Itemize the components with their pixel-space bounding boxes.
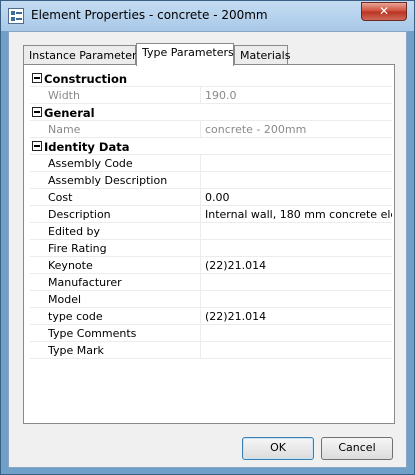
parameter-name: Description: [48, 208, 111, 221]
group-label: General: [44, 106, 95, 120]
parameter-value[interactable]: (22)21.014: [205, 310, 266, 323]
parameter-row[interactable]: Cost 0.00: [30, 189, 392, 206]
parameter-row[interactable]: Edited by: [30, 223, 392, 240]
parameter-row[interactable]: type code (22)21.014: [30, 308, 392, 325]
tab-type-parameters[interactable]: Type Parameters: [136, 43, 234, 66]
element-properties-window: Element Properties - concrete - 200mm ✕ …: [0, 0, 415, 475]
parameter-grid: Construction Width 190.0 General Name co…: [30, 70, 392, 422]
collapse-icon[interactable]: [32, 73, 42, 83]
group-label: Identity Data: [44, 140, 130, 154]
parameter-row[interactable]: Description Internal wall, 180 mm concre…: [30, 206, 392, 223]
parameter-row[interactable]: Assembly Code: [30, 155, 392, 172]
dialog-body: Instance Parameters Type Parameters Mate…: [8, 31, 407, 468]
properties-icon: [8, 8, 24, 24]
tab-materials[interactable]: Materials: [234, 45, 290, 65]
window-title: Element Properties - concrete - 200mm: [31, 8, 268, 22]
group-construction[interactable]: Construction: [30, 70, 392, 87]
parameter-row[interactable]: Width 190.0: [30, 87, 392, 104]
parameter-row[interactable]: Model: [30, 291, 392, 308]
close-button[interactable]: ✕: [361, 2, 407, 21]
collapse-icon[interactable]: [32, 141, 42, 151]
parameter-name: Name: [48, 123, 81, 136]
parameter-name: Manufacturer: [48, 276, 122, 289]
group-identity-data[interactable]: Identity Data: [30, 138, 392, 155]
parameter-name: Fire Rating: [48, 242, 107, 255]
parameter-name: Keynote: [48, 259, 93, 272]
parameter-name: Type Comments: [48, 327, 137, 340]
tab-instance-parameters[interactable]: Instance Parameters: [23, 45, 142, 65]
parameter-row[interactable]: Manufacturer: [30, 274, 392, 291]
parameter-name: Assembly Description: [48, 174, 168, 187]
ok-button[interactable]: OK: [242, 437, 314, 460]
group-general[interactable]: General: [30, 104, 392, 121]
parameter-value[interactable]: 0.00: [205, 191, 230, 204]
title-bar: Element Properties - concrete - 200mm ✕: [1, 1, 414, 31]
parameter-name: type code: [48, 310, 103, 323]
parameter-row[interactable]: Name concrete - 200mm: [30, 121, 392, 138]
type-parameters-panel: Construction Width 190.0 General Name co…: [23, 64, 395, 424]
parameter-name: Edited by: [48, 225, 101, 238]
parameter-value: concrete - 200mm: [205, 123, 307, 136]
parameter-name: Type Mark: [48, 344, 104, 357]
group-label: Construction: [44, 72, 128, 86]
parameter-row[interactable]: Type Mark: [30, 342, 392, 359]
parameter-name: Width: [48, 89, 80, 102]
parameter-row[interactable]: Fire Rating: [30, 240, 392, 257]
parameter-name: Model: [48, 293, 82, 306]
parameter-row[interactable]: Assembly Description: [30, 172, 392, 189]
parameter-value[interactable]: Internal wall, 180 mm concrete elemen: [205, 208, 392, 221]
parameter-name: Cost: [48, 191, 73, 204]
parameter-value[interactable]: (22)21.014: [205, 259, 266, 272]
parameter-value: 190.0: [205, 89, 237, 102]
parameter-row[interactable]: Keynote (22)21.014: [30, 257, 392, 274]
parameter-row[interactable]: Type Comments: [30, 325, 392, 342]
collapse-icon[interactable]: [32, 107, 42, 117]
parameter-name: Assembly Code: [48, 157, 133, 170]
cancel-button[interactable]: Cancel: [321, 437, 393, 460]
